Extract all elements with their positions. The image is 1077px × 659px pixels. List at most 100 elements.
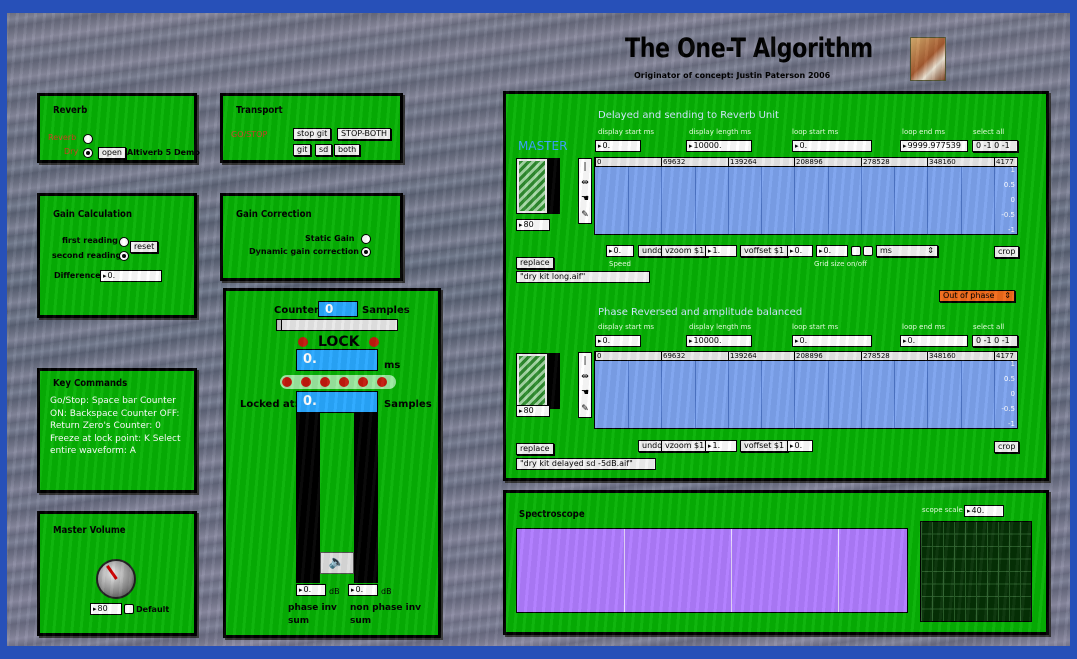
- menu-arrow-icon: ⇕: [1004, 291, 1011, 300]
- scope-scale-number[interactable]: 40.: [964, 505, 1004, 517]
- replace-button-2[interactable]: replace: [516, 443, 554, 455]
- display-length-label: display length ms: [689, 323, 752, 331]
- file-name-1[interactable]: "dry kit long.aif": [516, 271, 650, 283]
- loop-end-number[interactable]: 9999.977539: [900, 140, 968, 152]
- grid-line: [828, 167, 829, 234]
- level-number-2[interactable]: 80: [516, 405, 550, 417]
- open-plugin-button[interactable]: open: [98, 147, 126, 159]
- pencil-tool-icon[interactable]: ✎: [579, 401, 591, 417]
- voffset-message[interactable]: voffset $1: [740, 245, 789, 257]
- loop-start-number[interactable]: 0.: [792, 140, 872, 152]
- locked-at-label: Locked at:: [240, 399, 299, 410]
- dry-radio[interactable]: [83, 148, 93, 158]
- amplitude-label: 1: [1010, 166, 1015, 174]
- grid-toggle-1[interactable]: [851, 246, 861, 256]
- master-volume-number[interactable]: 80: [90, 603, 122, 615]
- grid-size-number[interactable]: 0.: [816, 245, 848, 257]
- unit-menu[interactable]: ms ⇕: [876, 245, 938, 257]
- reverb-option-label: Reverb: [48, 133, 77, 142]
- samples-label-2: Samples: [384, 399, 432, 410]
- panel-title: Transport: [236, 105, 283, 116]
- display-length-number[interactable]: 10000.: [686, 140, 752, 152]
- grid-line: [927, 167, 928, 234]
- sum-label: sum: [350, 616, 372, 626]
- slider-thumb[interactable]: [277, 320, 282, 330]
- crop-button-2[interactable]: crop: [994, 441, 1020, 453]
- select-tool-icon[interactable]: |: [579, 353, 591, 369]
- first-reading-radio[interactable]: [119, 237, 129, 247]
- crop-button[interactable]: crop: [994, 246, 1020, 258]
- default-toggle[interactable]: [124, 604, 134, 614]
- db-unit: dB: [381, 587, 392, 596]
- amplitude-label: -1: [1008, 226, 1015, 234]
- voffset-number-2[interactable]: 0.: [787, 440, 813, 452]
- waveform-display-1[interactable]: 0 69632 139264 208896 278528 348160 4177 1 0.5 0…: [594, 157, 1018, 235]
- replace-button[interactable]: replace: [516, 257, 554, 269]
- difference-number[interactable]: 0.: [100, 270, 162, 282]
- reverb-radio[interactable]: [83, 134, 93, 144]
- grid-line: [894, 361, 895, 428]
- grid-line: [794, 361, 795, 428]
- vzoom-message-2[interactable]: vzoom $1: [661, 440, 709, 452]
- author-photo: [910, 37, 946, 81]
- second-reading-radio[interactable]: [119, 251, 129, 261]
- stop-git-button[interactable]: stop git: [293, 128, 332, 140]
- voffset-number[interactable]: 0.: [787, 245, 813, 257]
- select-tool-icon[interactable]: |: [579, 159, 591, 175]
- grid-toggle-2[interactable]: [863, 246, 873, 256]
- knob-indicator: [106, 565, 118, 580]
- speaker-button[interactable]: 🔈: [320, 552, 354, 574]
- both-button[interactable]: both: [334, 144, 361, 156]
- volume-knob[interactable]: [96, 559, 136, 599]
- ruler-tick: 278528: [861, 352, 890, 360]
- grid-line: [628, 167, 629, 234]
- loop-start-number-2[interactable]: 0.: [792, 335, 872, 347]
- stop-both-button[interactable]: STOP-BOTH: [337, 128, 392, 140]
- pencil-tool-icon[interactable]: ✎: [579, 207, 591, 223]
- ruler-tick: 278528: [861, 158, 890, 166]
- select-all-message-2[interactable]: 0 -1 0 -1: [972, 335, 1018, 347]
- git-button[interactable]: git: [293, 144, 312, 156]
- spectrum-grid-line: [624, 529, 625, 612]
- amplitude-label: 0: [1010, 196, 1015, 204]
- vzoom-message[interactable]: vzoom $1: [661, 245, 709, 257]
- vzoom-number[interactable]: 1.: [705, 245, 737, 257]
- phase-inv-label: phase inv: [288, 603, 337, 613]
- meter-stripes: [519, 356, 545, 406]
- reset-button[interactable]: reset: [130, 241, 159, 253]
- grid-line: [961, 167, 962, 234]
- loop-end-number-2[interactable]: 0.: [900, 335, 968, 347]
- voffset-message-2[interactable]: voffset $1: [740, 440, 789, 452]
- grid-label: Grid size on/off: [814, 260, 867, 268]
- phase-menu[interactable]: Out of phase ⇕: [939, 290, 1015, 302]
- display-start-number-2[interactable]: 0.: [595, 335, 641, 347]
- hand-tool-icon[interactable]: ☚: [579, 385, 591, 401]
- sd-button[interactable]: sd: [315, 144, 333, 156]
- grid-line: [927, 361, 928, 428]
- hand-tool-icon[interactable]: ☚: [579, 191, 591, 207]
- file-name-2[interactable]: "dry kit delayed sd -5dB.aif": [516, 458, 656, 470]
- grid-line: [728, 167, 729, 234]
- plugin-name: Altiverb 5 Demo: [127, 148, 200, 157]
- counter-slider[interactable]: [276, 319, 398, 331]
- dynamic-gain-radio[interactable]: [361, 247, 371, 257]
- loop-end-label: loop end ms: [902, 128, 946, 136]
- select-all-message[interactable]: 0 -1 0 -1: [972, 140, 1018, 152]
- vzoom-number-2[interactable]: 1.: [705, 440, 737, 452]
- display-length-label: display length ms: [689, 128, 752, 136]
- display-start-number[interactable]: 0.: [595, 140, 641, 152]
- phase-inv-db[interactable]: 0.: [296, 584, 326, 596]
- spectrum-grid-line: [731, 529, 732, 612]
- display-length-number-2[interactable]: 10000.: [686, 335, 752, 347]
- speed-number[interactable]: 0.: [606, 245, 634, 257]
- static-gain-radio[interactable]: [361, 234, 371, 244]
- level-number[interactable]: 80: [516, 219, 550, 231]
- non-phase-inv-db[interactable]: 0.: [348, 584, 378, 596]
- move-tool-icon[interactable]: ⇹: [579, 369, 591, 385]
- master-label: MASTER: [518, 139, 568, 153]
- ruler-tick: 69632: [661, 352, 686, 360]
- go-stop-label[interactable]: GO/STOP: [231, 130, 267, 139]
- waveform-display-2[interactable]: 0 69632 139264 208896 278528 348160 4177 1 0.5 0…: [594, 351, 1018, 429]
- move-tool-icon[interactable]: ⇹: [579, 175, 591, 191]
- grid-line: [728, 361, 729, 428]
